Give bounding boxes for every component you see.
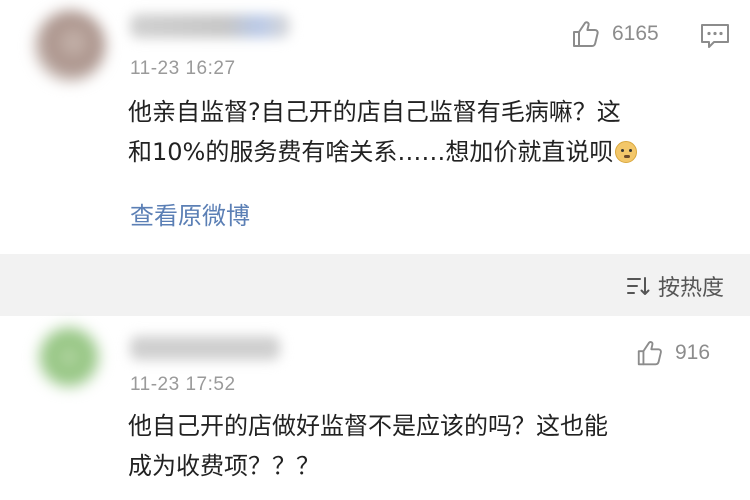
comment-timestamp: 11-23 16:27 (130, 58, 236, 79)
username-blurred[interactable] (130, 336, 280, 360)
like-button[interactable]: 6165 (570, 18, 659, 50)
avatar[interactable] (34, 10, 106, 82)
comment-text-line: 成为收费项？？？ (128, 452, 320, 480)
comment-text-line: 和10%的服务费有啥关系……想加价就直说呗 (128, 138, 614, 166)
sort-bar: 按热度 (0, 254, 750, 316)
sort-label: 按热度 (657, 276, 724, 301)
sort-by-popularity-button[interactable]: 按热度 (626, 270, 724, 302)
comment-text: 他自己开的店做好监督不是应该的吗？这也能 成为收费项？？？ (128, 406, 728, 486)
sort-icon (626, 277, 650, 295)
avatar[interactable] (38, 326, 100, 388)
doge-emoji-icon (615, 141, 638, 163)
thumbs-up-icon (637, 341, 662, 366)
like-button[interactable]: 916 (635, 338, 710, 368)
like-count: 916 (675, 341, 711, 364)
reply-comment-icon[interactable] (700, 22, 730, 50)
comment-timestamp: 11-23 17:52 (130, 374, 236, 395)
view-original-weibo-link[interactable]: 查看原微博 (130, 196, 250, 231)
comment-text-line-with-emoji: 和10%的服务费有啥关系……想加价就直说呗 (128, 132, 728, 172)
comment-text-line: 他亲自监督?自己开的店自己监督有毛病嘛？这 (128, 98, 621, 126)
comment-text: 他亲自监督?自己开的店自己监督有毛病嘛？这 和10%的服务费有啥关系……想加价就… (128, 92, 728, 172)
thumbs-up-icon (573, 21, 599, 47)
username-blurred[interactable] (130, 14, 290, 38)
comment-text-line: 他自己开的店做好监督不是应该的吗？这也能 (128, 412, 608, 440)
like-count: 6165 (612, 22, 659, 45)
comment-item: 11-23 16:27 6165 他亲自监督?自己开的店自己监督有毛病嘛？这 和… (0, 0, 750, 254)
